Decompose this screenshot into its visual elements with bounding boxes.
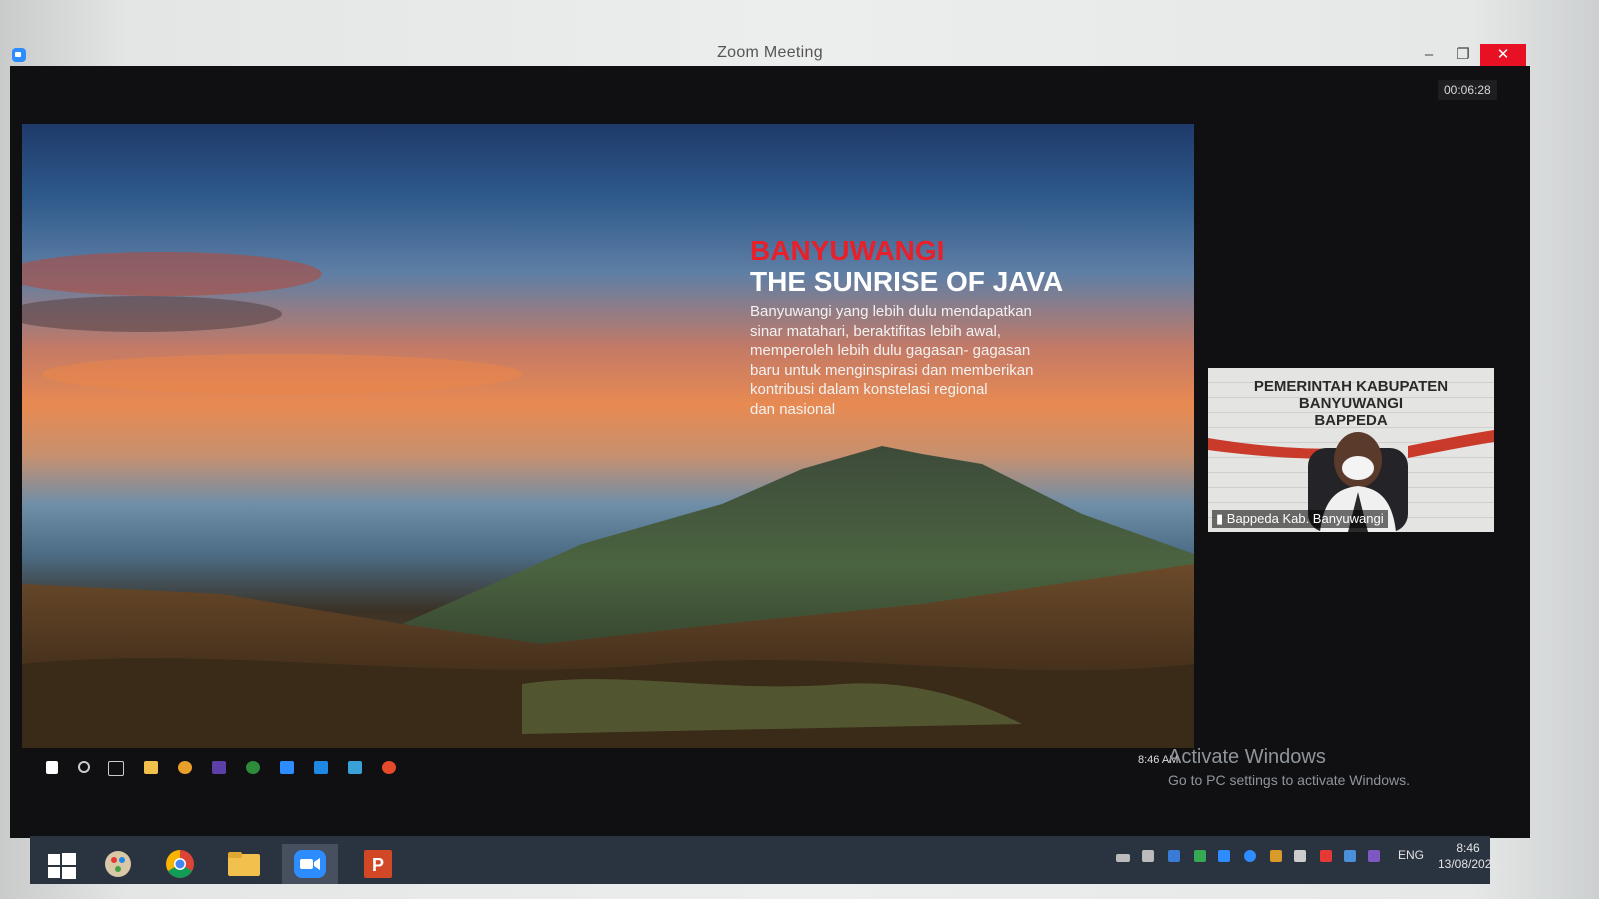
language-indicator[interactable]: ENG (1398, 848, 1424, 862)
participant-video[interactable]: PEMERINTAH KABUPATEN BANYUWANGI BAPPEDA … (1208, 368, 1494, 532)
activate-windows-watermark: Activate Windows Go to PC settings to ac… (1168, 746, 1410, 788)
slide-line: baru untuk menginspirasi dan memberikan (750, 361, 1060, 381)
chrome-icon (178, 761, 192, 774)
participant-banner: PEMERINTAH KABUPATEN BANYUWANGI BAPPEDA (1208, 378, 1494, 429)
file-explorer-icon (144, 761, 158, 774)
search-icon (78, 761, 90, 773)
clock-date: 13/08/2021 (1438, 856, 1498, 872)
browser-icon (246, 761, 260, 774)
taskbar-powerpoint[interactable]: P (350, 844, 406, 884)
app-icon (314, 761, 328, 774)
taskbar-paint[interactable] (90, 844, 146, 884)
taskbar-file-explorer[interactable] (216, 844, 272, 884)
flag-icon[interactable] (1320, 850, 1332, 862)
drive-icon[interactable] (1194, 850, 1206, 862)
slide-heading-red: BANYUWANGI (750, 236, 1170, 266)
network-icon[interactable] (1142, 850, 1154, 862)
app-tray-icon[interactable] (1244, 850, 1256, 862)
shared-screen-taskbar (34, 752, 1194, 784)
powerpoint-icon (382, 761, 396, 774)
meeting-timer: 00:06:28 (1438, 80, 1497, 100)
slide-paragraph: Banyuwangi yang lebih dulu mendapatkan s… (750, 302, 1060, 419)
window-title: Zoom Meeting (10, 44, 1530, 62)
paint-icon (90, 844, 146, 884)
windows-taskbar: P ENG 8:46 13/08/2021 (30, 836, 1490, 884)
zoom-tray-icon[interactable] (1218, 850, 1230, 862)
maximize-button[interactable]: ❐ (1446, 44, 1480, 66)
zoom-icon (280, 761, 294, 774)
activate-title: Activate Windows (1168, 746, 1410, 769)
windows-start-icon (46, 761, 58, 774)
taskbar-clock[interactable]: 8:46 13/08/2021 (1438, 840, 1498, 872)
slide-line: dan nasional (750, 400, 1060, 420)
window-titlebar: Zoom Meeting – ❐ ✕ (10, 40, 1530, 66)
monitor-screen: Zoom Meeting – ❐ ✕ 00:06:28 (0, 0, 1599, 899)
windows-logo-icon (34, 844, 90, 884)
signal-icon: ▮ (1216, 511, 1223, 526)
photos-icon (348, 761, 362, 774)
slide-line: sinar matahari, beraktifitas lebih awal, (750, 322, 1060, 342)
zoom-icon (282, 844, 338, 884)
slide-text: BANYUWANGI THE SUNRISE OF JAVA Banyuwang… (750, 236, 1170, 419)
windows-start-button[interactable] (34, 844, 90, 884)
display-icon[interactable] (1344, 850, 1356, 862)
taskbar-chrome[interactable] (152, 844, 208, 884)
volume-icon[interactable] (1294, 850, 1306, 862)
taskbar-zoom[interactable] (282, 844, 338, 884)
svg-text:P: P (372, 855, 384, 875)
teams-icon (212, 761, 226, 774)
activate-subtitle: Go to PC settings to activate Windows. (1168, 772, 1410, 788)
signal-icon[interactable] (1116, 854, 1130, 862)
slide-line: Banyuwangi yang lebih dulu mendapatkan (750, 302, 1060, 322)
task-view-icon (108, 761, 124, 776)
bluetooth-icon[interactable] (1168, 850, 1180, 862)
tray-app-icon[interactable] (1270, 850, 1282, 862)
clock-time: 8:46 (1438, 840, 1498, 856)
slide-line: kontribusi dalam konstelasi regional (750, 380, 1060, 400)
onenote-icon[interactable] (1368, 850, 1380, 862)
minimize-button[interactable]: – (1412, 44, 1446, 66)
chrome-icon (152, 844, 208, 884)
participant-name: ▮ Bappeda Kab. Banyuwangi (1212, 510, 1388, 528)
shared-screen: BANYUWANGI THE SUNRISE OF JAVA Banyuwang… (22, 124, 1194, 748)
powerpoint-icon: P (350, 844, 406, 884)
slide-line: memperoleh lebih dulu gagasan- gagasan (750, 341, 1060, 361)
landscape-image (22, 124, 1194, 748)
close-button[interactable]: ✕ (1480, 44, 1526, 66)
slide-heading-white: THE SUNRISE OF JAVA (750, 266, 1170, 298)
folder-icon (216, 844, 272, 884)
